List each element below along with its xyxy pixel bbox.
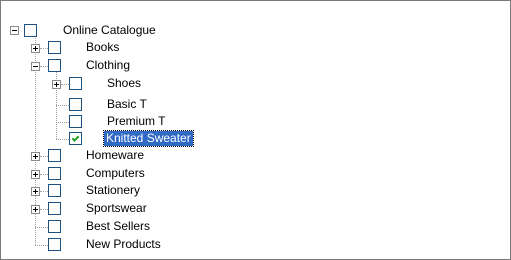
tree-connector	[40, 66, 48, 67]
checkbox-new-products[interactable]	[48, 238, 61, 251]
tree-connector	[61, 84, 69, 85]
expand-icon[interactable]	[31, 152, 40, 161]
tree-connector	[56, 105, 69, 106]
tree-connector	[40, 209, 48, 210]
checkbox-shoes[interactable]	[69, 77, 82, 90]
checkbox-clothing[interactable]	[48, 59, 61, 72]
tree-node-label[interactable]: Premium T	[105, 114, 167, 129]
checkbox-knitted-sweater[interactable]	[69, 132, 82, 145]
checkbox-premium-t[interactable]	[69, 115, 82, 128]
tree-connector	[40, 174, 48, 175]
tree-node-label[interactable]: Computers	[84, 166, 147, 181]
checkbox-best-sellers[interactable]	[48, 220, 61, 233]
tree-node-label[interactable]: Online Catalogue	[61, 23, 158, 38]
checkbox-sportswear[interactable]	[48, 202, 61, 215]
tree-connector	[40, 48, 48, 49]
expand-icon[interactable]	[31, 187, 40, 196]
checkbox-online-catalogue[interactable]	[24, 24, 37, 37]
checkmark-icon	[71, 134, 80, 142]
tree-connector	[35, 227, 48, 228]
tree-node-label[interactable]: Knitted Sweater	[103, 130, 194, 147]
collapse-icon[interactable]	[10, 26, 19, 35]
expand-icon[interactable]	[31, 170, 40, 179]
tree-node-label[interactable]: Books	[84, 40, 121, 55]
tree-connector	[35, 245, 48, 246]
tree-connector	[40, 156, 48, 157]
tree-node-label[interactable]: Best Sellers	[84, 219, 152, 234]
checkbox-books[interactable]	[48, 41, 61, 54]
tree-connector	[40, 191, 48, 192]
tree-node-label[interactable]: Stationery	[84, 183, 142, 198]
tree-node-label[interactable]: Basic T	[105, 97, 149, 112]
tree-node-label[interactable]: Shoes	[105, 76, 143, 91]
catalogue-tree: Online Catalogue Books Clothing Shoes Ba…	[1, 1, 510, 259]
tree-connector	[56, 139, 69, 140]
tree-view[interactable]: Online Catalogue Books Clothing Shoes Ba…	[0, 0, 511, 260]
checkbox-basic-t[interactable]	[69, 98, 82, 111]
tree-node-label[interactable]: Clothing	[84, 58, 132, 73]
checkbox-homeware[interactable]	[48, 149, 61, 162]
expand-icon[interactable]	[52, 80, 61, 89]
expand-icon[interactable]	[31, 205, 40, 214]
tree-node-label[interactable]: Sportswear	[84, 201, 149, 216]
checkbox-stationery[interactable]	[48, 184, 61, 197]
collapse-icon[interactable]	[31, 62, 40, 71]
checkbox-computers[interactable]	[48, 167, 61, 180]
tree-node-label[interactable]: Homeware	[84, 148, 146, 163]
expand-icon[interactable]	[31, 44, 40, 53]
tree-connector	[56, 122, 69, 123]
tree-node-label[interactable]: New Products	[84, 237, 163, 252]
